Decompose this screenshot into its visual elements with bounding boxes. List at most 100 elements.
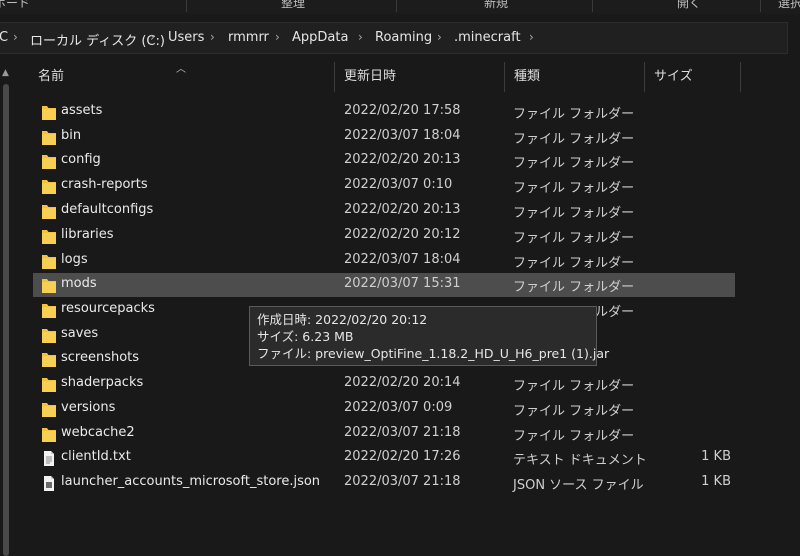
breadcrumb-users[interactable]: Users bbox=[168, 30, 204, 45]
breadcrumb-user[interactable]: rmmrr bbox=[228, 30, 269, 45]
file-row[interactable]: defaultconfigs 2022/02/20 20:13 ファイル フォル… bbox=[33, 199, 735, 223]
column-divider[interactable] bbox=[740, 62, 741, 92]
ribbon-group-organize: 整理 bbox=[281, 0, 306, 10]
file-date: 2022/02/20 17:58 bbox=[344, 103, 461, 118]
address-bar[interactable]: C › ローカル ディスク (C:) › Users › rmmrr › App… bbox=[0, 22, 788, 54]
file-date: 2022/02/20 20:13 bbox=[344, 152, 461, 167]
ribbon-divider bbox=[186, 0, 187, 12]
folder-icon bbox=[41, 327, 57, 344]
folder-icon bbox=[41, 376, 57, 393]
file-type: ファイル フォルダー bbox=[513, 256, 635, 271]
file-row[interactable]: libraries 2022/02/20 20:12 ファイル フォルダー bbox=[33, 224, 735, 248]
file-name: shaderpacks bbox=[61, 375, 144, 390]
column-header: ︿ 名前 更新日時 種類 サイズ bbox=[30, 62, 800, 92]
breadcrumb-appdata[interactable]: AppData bbox=[292, 30, 348, 45]
file-name: clientId.txt bbox=[61, 449, 131, 464]
chevron-right-icon[interactable]: › bbox=[275, 30, 280, 44]
file-name: versions bbox=[61, 400, 116, 415]
file-row[interactable]: assets 2022/02/20 17:58 ファイル フォルダー bbox=[33, 100, 735, 124]
file-type: ファイル フォルダー bbox=[513, 206, 635, 221]
file-row[interactable]: clientId.txt 2022/02/20 17:26 テキスト ドキュメン… bbox=[33, 446, 735, 470]
file-name: libraries bbox=[61, 227, 114, 242]
file-row[interactable]: crash-reports 2022/03/07 0:10 ファイル フォルダー bbox=[33, 174, 735, 198]
folder-icon bbox=[41, 153, 57, 170]
file-type: ファイル フォルダー bbox=[513, 156, 635, 171]
file-info-tooltip: 作成日時: 2022/02/20 20:12 サイズ: 6.23 MB ファイル… bbox=[249, 306, 609, 366]
ribbon-group-new: 新規 bbox=[484, 0, 509, 10]
file-name: crash-reports bbox=[61, 177, 148, 192]
file-row[interactable]: versions 2022/03/07 0:09 ファイル フォルダー bbox=[33, 397, 735, 421]
file-size: 1 KB bbox=[701, 449, 731, 464]
file-date: 2022/03/07 18:04 bbox=[344, 252, 461, 267]
file-type: ファイル フォルダー bbox=[513, 132, 635, 147]
breadcrumb-minecraft[interactable]: .minecraft bbox=[454, 30, 521, 45]
file-row[interactable]: config 2022/02/20 20:13 ファイル フォルダー bbox=[33, 149, 735, 173]
folder-icon bbox=[41, 426, 57, 443]
file-date: 2022/02/20 20:12 bbox=[344, 227, 461, 242]
file-row[interactable]: bin 2022/03/07 18:04 ファイル フォルダー bbox=[33, 125, 735, 149]
ribbon-divider bbox=[592, 0, 593, 12]
file-size: 1 KB bbox=[701, 474, 731, 489]
scroll-up-icon[interactable]: ▲ bbox=[2, 68, 9, 78]
folder-icon bbox=[41, 351, 57, 368]
file-type: ファイル フォルダー bbox=[513, 404, 635, 419]
file-row[interactable]: shaderpacks 2022/02/20 20:14 ファイル フォルダー bbox=[33, 372, 735, 396]
folder-icon bbox=[41, 228, 57, 245]
chevron-right-icon[interactable]: › bbox=[13, 30, 18, 44]
breadcrumb-roaming[interactable]: Roaming bbox=[375, 30, 432, 45]
file-date: 2022/03/07 0:09 bbox=[344, 400, 453, 415]
column-divider[interactable] bbox=[504, 62, 505, 92]
file-date: 2022/02/20 20:14 bbox=[344, 375, 461, 390]
folder-icon bbox=[41, 401, 57, 418]
breadcrumb-pc[interactable]: C bbox=[0, 30, 8, 45]
folder-icon bbox=[41, 277, 57, 294]
file-type: ファイル フォルダー bbox=[513, 231, 635, 246]
ribbon-group-select: 選択 bbox=[778, 0, 800, 10]
scrollbar-thumb[interactable] bbox=[3, 84, 9, 556]
chevron-right-icon[interactable]: › bbox=[358, 30, 363, 44]
file-name: screenshots bbox=[61, 350, 140, 365]
ribbon-divider bbox=[396, 0, 397, 12]
file-name: config bbox=[61, 152, 101, 167]
chevron-right-icon[interactable]: › bbox=[150, 30, 155, 44]
tooltip-size: サイズ: 6.23 MB bbox=[257, 329, 354, 344]
ribbon-group-clipboard: ボード bbox=[0, 0, 31, 10]
file-row-selected[interactable]: mods 2022/03/07 15:31 ファイル フォルダー bbox=[33, 273, 735, 297]
chevron-right-icon[interactable]: › bbox=[210, 30, 215, 44]
file-type: ファイル フォルダー bbox=[513, 280, 635, 295]
file-row[interactable]: webcache2 2022/03/07 21:18 ファイル フォルダー bbox=[33, 422, 735, 446]
file-date: 2022/03/07 18:04 bbox=[344, 128, 461, 143]
folder-icon bbox=[41, 104, 57, 121]
column-type[interactable]: 種類 bbox=[514, 62, 540, 92]
breadcrumb-local-disk[interactable]: ローカル ディスク (C:) bbox=[30, 30, 165, 49]
file-type: ファイル フォルダー bbox=[513, 379, 635, 394]
column-divider[interactable] bbox=[334, 62, 335, 92]
ribbon-group-labels: ボード 整理 新規 開く 選択 bbox=[0, 0, 800, 14]
file-date: 2022/02/20 17:26 bbox=[344, 449, 461, 464]
file-type: ファイル フォルダー bbox=[513, 107, 635, 122]
folder-icon bbox=[41, 203, 57, 220]
chevron-right-icon[interactable]: › bbox=[529, 30, 534, 44]
file-row[interactable]: logs 2022/03/07 18:04 ファイル フォルダー bbox=[33, 249, 735, 273]
file-date: 2022/03/07 21:18 bbox=[344, 425, 461, 440]
text-file-icon bbox=[41, 450, 57, 467]
file-name: launcher_accounts_microsoft_store.json bbox=[61, 474, 321, 489]
column-size[interactable]: サイズ bbox=[654, 62, 693, 92]
navigation-pane-scrollbar[interactable]: ▲ bbox=[0, 62, 12, 556]
chevron-right-icon[interactable]: › bbox=[437, 30, 442, 44]
ribbon-divider bbox=[760, 0, 761, 12]
folder-icon bbox=[41, 178, 57, 195]
folder-icon bbox=[41, 253, 57, 270]
column-name[interactable]: 名前 bbox=[38, 62, 64, 92]
file-name: resourcepacks bbox=[61, 301, 155, 316]
file-name: logs bbox=[61, 252, 88, 267]
file-name: defaultconfigs bbox=[61, 202, 154, 217]
file-row[interactable]: launcher_accounts_microsoft_store.json 2… bbox=[33, 471, 735, 495]
file-name: webcache2 bbox=[61, 425, 135, 440]
column-date-modified[interactable]: 更新日時 bbox=[344, 62, 396, 92]
column-divider[interactable] bbox=[644, 62, 645, 92]
file-type: ファイル フォルダー bbox=[513, 429, 635, 444]
folder-icon bbox=[41, 129, 57, 146]
file-date: 2022/02/20 20:13 bbox=[344, 202, 461, 217]
ribbon-group-open: 開く bbox=[677, 0, 702, 10]
